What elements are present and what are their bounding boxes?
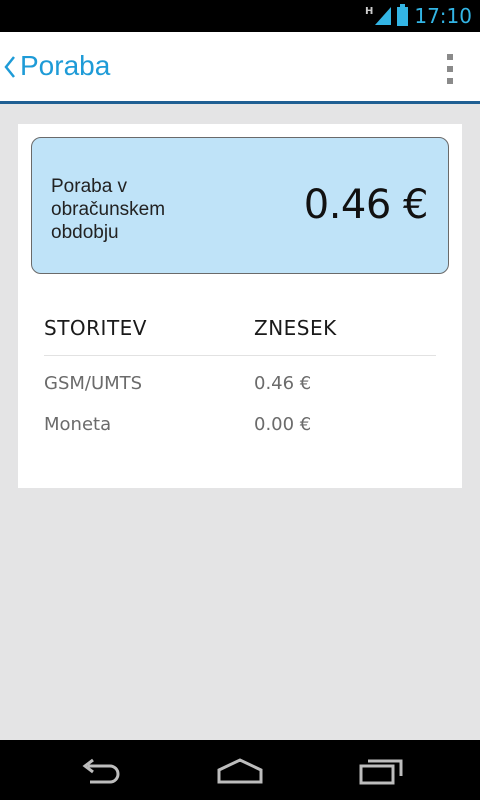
- status-bar: H 17:10: [0, 0, 480, 32]
- network-type-label: H: [364, 5, 374, 17]
- column-header-service: STORITEV: [44, 316, 147, 340]
- recent-apps-icon[interactable]: [358, 756, 406, 786]
- column-header-amount: ZNESEK: [254, 316, 337, 340]
- page-title[interactable]: Poraba: [20, 50, 110, 82]
- system-nav-bar: [0, 740, 480, 800]
- overflow-menu-icon[interactable]: [444, 54, 456, 84]
- home-icon[interactable]: [216, 756, 264, 786]
- chevron-left-icon[interactable]: [3, 54, 17, 80]
- overflow-dot: [447, 78, 453, 84]
- row-service: Moneta: [44, 414, 112, 435]
- billing-period-usage-label: Poraba v obračunskem obdobju: [51, 176, 166, 243]
- table-row: Moneta 0.00 €: [44, 414, 436, 438]
- usage-table-header: STORITEV ZNESEK: [44, 316, 436, 356]
- signal-icon: [375, 7, 392, 25]
- billing-period-usage-amount: 0.46 €: [303, 182, 429, 228]
- usage-card: Poraba v obračunskem obdobju 0.46 € STOR…: [18, 124, 462, 488]
- action-bar: Poraba: [0, 32, 480, 104]
- table-row: GSM/UMTS 0.46 €: [44, 373, 436, 397]
- usage-summary-box: Poraba v obračunskem obdobju 0.46 €: [31, 137, 449, 274]
- back-icon[interactable]: [78, 756, 126, 786]
- battery-icon: [397, 3, 409, 26]
- row-service: GSM/UMTS: [44, 373, 143, 394]
- row-amount: 0.00 €: [254, 414, 312, 435]
- status-clock: 17:10: [414, 4, 472, 28]
- row-amount: 0.46 €: [254, 373, 312, 394]
- overflow-dot: [447, 54, 453, 60]
- overflow-dot: [447, 66, 453, 72]
- status-icons: H 17:10: [365, 0, 472, 32]
